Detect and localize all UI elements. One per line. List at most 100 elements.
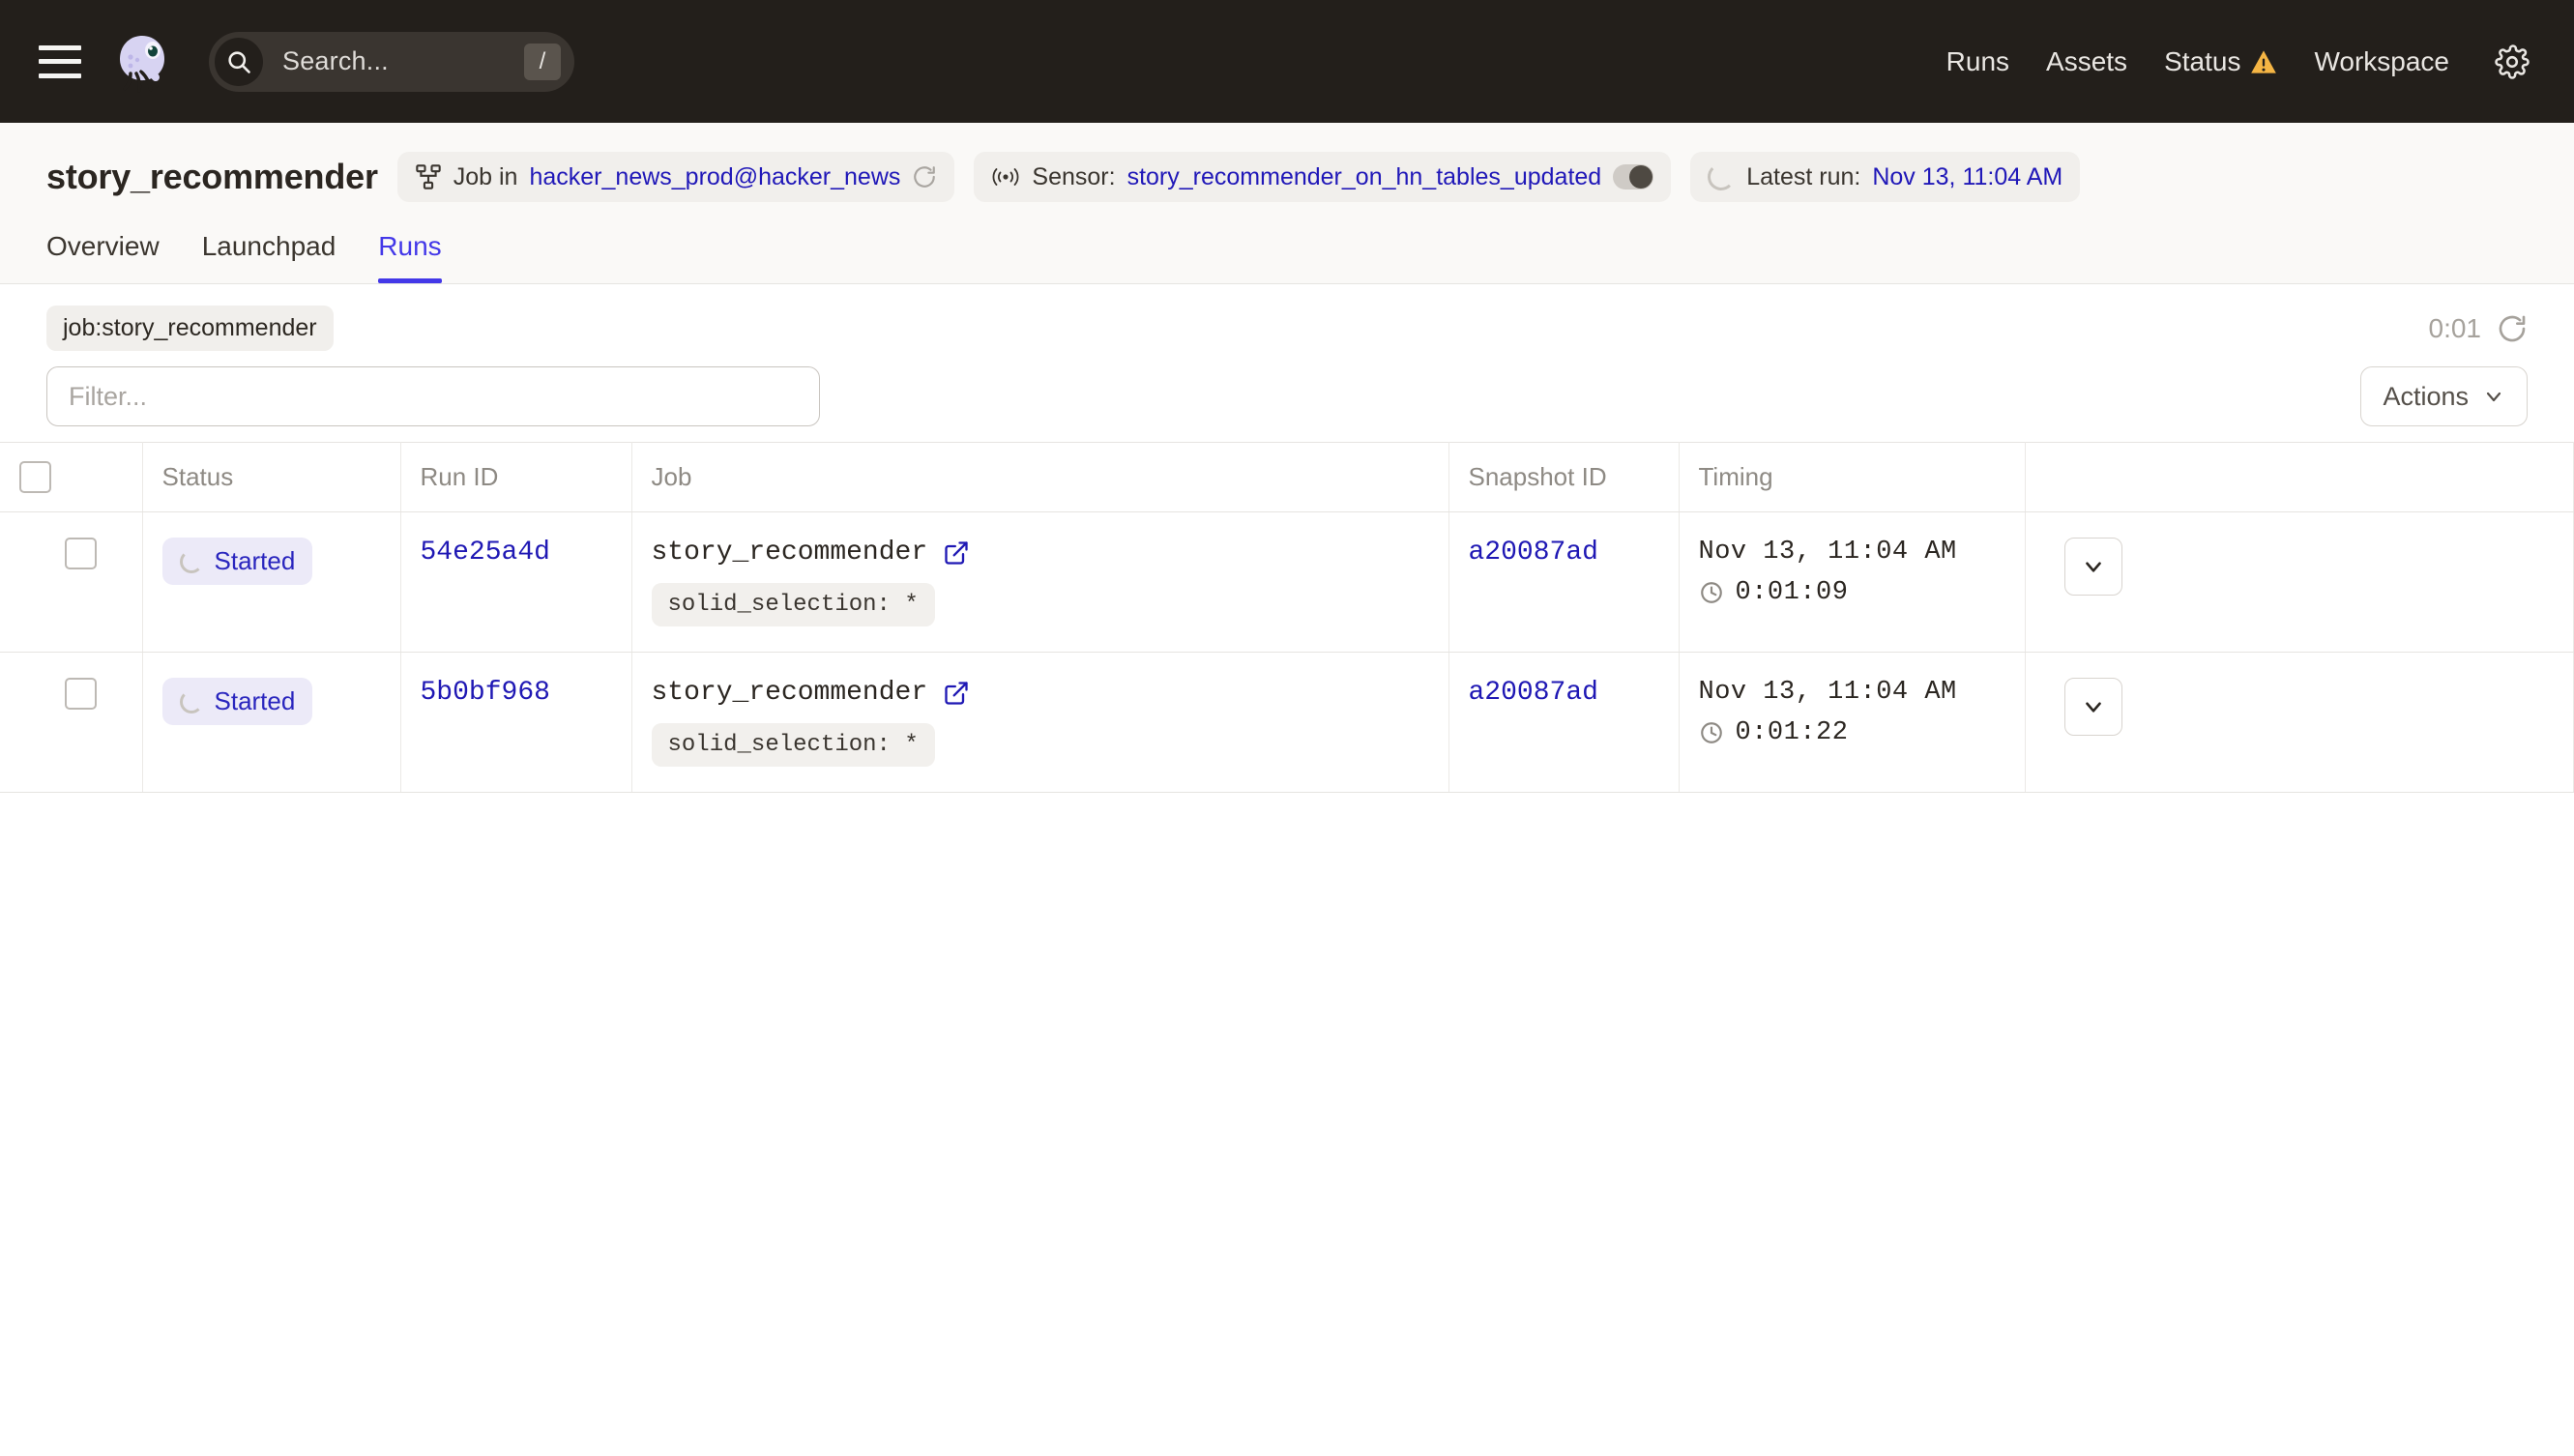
sensor-broadcast-icon [991,165,1020,189]
snapshot-id-link[interactable]: a20087ad [1469,678,1598,708]
timing-duration: 0:01:22 [1736,718,1849,747]
nav-link-status[interactable]: Status [2146,46,2296,77]
clock-icon [1699,720,1724,745]
header-snapshot-id: Snapshot ID [1448,443,1679,512]
nav-link-assets-label: Assets [2046,46,2127,77]
external-link-icon[interactable] [943,680,970,707]
row-menu-button[interactable] [2064,538,2122,596]
title-row: story_recommender Job in hacker_news_pro… [46,123,2574,218]
sensor-link[interactable]: story_recommender_on_hn_tables_updated [1127,163,1602,191]
actions-button-label: Actions [2383,382,2469,412]
nav-links: Runs Assets Status Workspace [1928,44,2530,79]
row-checkbox[interactable] [65,538,97,569]
global-search-bar[interactable]: Search... / [209,32,574,92]
job-location-pill: Job in hacker_news_prod@hacker_news [397,152,955,202]
row-menu-cell [2025,512,2574,653]
filter-bar: job:story_recommender 0:01 Actions [0,284,2574,442]
header-select-all [0,443,142,512]
row-select-cell [0,512,142,653]
tab-launchpad-label: Launchpad [202,231,336,261]
run-id-link[interactable]: 5b0bf968 [421,678,550,708]
filter-input-row: Actions [46,366,2528,426]
top-navigation-bar: Search... / Runs Assets Status [0,0,2574,123]
status-badge-label: Started [215,686,296,716]
nav-link-runs[interactable]: Runs [1928,46,2028,77]
search-icon [215,38,263,86]
latest-run-link[interactable]: Nov 13, 11:04 AM [1872,163,2062,191]
dagster-runs-page: Search... / Runs Assets Status [0,0,2574,1456]
runs-table-head: Status Run ID Job Snapshot ID Timing [0,443,2574,512]
search-input-placeholder[interactable]: Search... [263,46,524,76]
row-menu-button[interactable] [2064,678,2122,736]
sensor-toggle-switch[interactable] [1613,164,1653,189]
sensor-pill-prefix: Sensor: [1032,163,1115,191]
nav-link-assets[interactable]: Assets [2028,46,2146,77]
row-checkbox[interactable] [65,678,97,710]
tab-overview-label: Overview [46,231,160,261]
timing-date: Nov 13, 11:04 AM [1699,538,2025,567]
page-header: story_recommender Job in hacker_news_pro… [0,123,2574,284]
header-status: Status [142,443,400,512]
job-name-row: story_recommender [652,538,1448,568]
timing-duration: 0:01:09 [1736,578,1849,607]
table-row: Started 5b0bf968 story_recommender [0,653,2574,793]
table-header-row: Status Run ID Job Snapshot ID Timing [0,443,2574,512]
active-filter-tag[interactable]: job:story_recommender [46,306,334,351]
chevron-down-icon [2482,385,2505,408]
job-tag[interactable]: solid_selection: * [652,583,935,626]
header-timing: Timing [1679,443,2025,512]
status-badge[interactable]: Started [162,678,313,725]
refresh-countdown-group: 0:01 [2429,313,2529,344]
row-status-cell: Started [142,653,400,793]
job-graph-icon [415,163,442,190]
status-badge[interactable]: Started [162,538,313,585]
page-tabs: Overview Launchpad Runs [46,218,2574,283]
tab-runs-label: Runs [378,231,441,261]
job-tag[interactable]: solid_selection: * [652,723,935,767]
chevron-down-icon [2081,694,2106,719]
dagster-logo-icon[interactable] [112,30,176,94]
status-badge-label: Started [215,546,296,576]
select-all-checkbox[interactable] [19,461,51,493]
timing-duration-row: 0:01:09 [1699,578,2025,607]
external-link-icon[interactable] [943,539,970,567]
actions-button[interactable]: Actions [2360,366,2528,426]
nav-link-workspace[interactable]: Workspace [2296,46,2468,77]
row-job-cell: story_recommender solid_selection: * [631,653,1448,793]
tab-runs[interactable]: Runs [357,218,462,283]
row-run-id-cell: 54e25a4d [400,512,631,653]
table-row: Started 54e25a4d story_recommender [0,512,2574,653]
row-status-cell: Started [142,512,400,653]
tab-overview[interactable]: Overview [46,218,181,283]
job-name-label: story_recommender [652,538,928,568]
refresh-icon[interactable] [912,164,937,189]
gear-icon[interactable] [2495,44,2530,79]
refresh-icon[interactable] [2497,313,2528,344]
timing-date: Nov 13, 11:04 AM [1699,678,2025,707]
runs-table-body: Started 54e25a4d story_recommender [0,512,2574,793]
sensor-pill: Sensor: story_recommender_on_hn_tables_u… [974,152,1671,202]
filter-input[interactable] [46,366,820,426]
header-actions [2025,443,2574,512]
spinner-icon [180,690,203,713]
job-name-label: story_recommender [652,678,928,708]
header-run-id: Run ID [400,443,631,512]
row-run-id-cell: 5b0bf968 [400,653,631,793]
tab-launchpad[interactable]: Launchpad [181,218,358,283]
row-snapshot-cell: a20087ad [1448,512,1679,653]
header-job: Job [631,443,1448,512]
job-location-link[interactable]: hacker_news_prod@hacker_news [529,163,900,191]
hamburger-menu-icon[interactable] [39,45,81,78]
run-id-link[interactable]: 54e25a4d [421,538,550,568]
snapshot-id-link[interactable]: a20087ad [1469,538,1598,568]
latest-run-prefix: Latest run: [1746,163,1860,191]
countdown-timer: 0:01 [2429,313,2482,344]
row-timing-cell: Nov 13, 11:04 AM 0:01:09 [1679,512,2025,653]
timing-duration-row: 0:01:22 [1699,718,2025,747]
runs-table: Status Run ID Job Snapshot ID Timing Sta… [0,442,2574,793]
spinner-icon [1708,163,1735,190]
latest-run-pill: Latest run: Nov 13, 11:04 AM [1690,152,2080,202]
nav-link-status-label: Status [2164,46,2240,77]
warning-triangle-icon [2250,49,2277,74]
row-select-cell [0,653,142,793]
